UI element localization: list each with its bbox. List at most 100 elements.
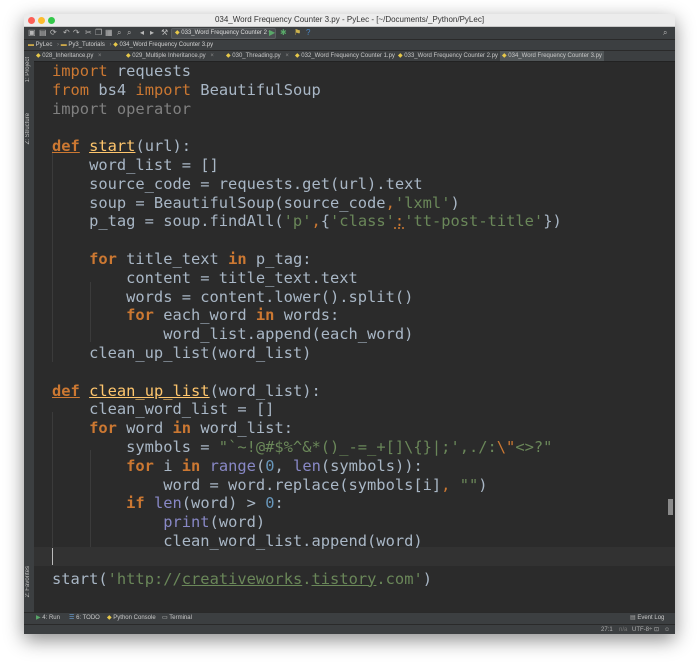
- builtin-name: print: [163, 513, 210, 532]
- tab-label: 029_Multiple Inheritance.py: [132, 53, 206, 59]
- file-encoding[interactable]: UTF-8÷: [632, 625, 652, 634]
- redo-icon[interactable]: ↷: [73, 28, 80, 38]
- keyword: in: [255, 306, 275, 325]
- tab-multiple-inheritance[interactable]: ◆ 029_Multiple Inheritance.py ×: [124, 51, 224, 61]
- vcs-icon[interactable]: ⚑: [294, 28, 301, 38]
- keyword: for: [89, 419, 117, 438]
- code-text: ,: [274, 456, 294, 475]
- tab-label: 028_Inheritance.py: [42, 53, 94, 59]
- code-text: ): [422, 569, 433, 588]
- caret-position[interactable]: 27:1: [601, 625, 613, 634]
- python-console-icon: ◆: [107, 615, 112, 621]
- keyword: for: [126, 456, 154, 475]
- replace-icon[interactable]: ⌕: [127, 28, 131, 38]
- close-icon[interactable]: ×: [210, 53, 214, 59]
- todo-tool-label: 6: TODO: [76, 615, 100, 621]
- python-console-tool-button[interactable]: ◆ Python Console: [107, 613, 156, 624]
- code-editor[interactable]: import requests from bs4 import Beautifu…: [34, 62, 675, 612]
- editor-tabs: ◆ 028_Inheritance.py × ◆ 029_Multiple In…: [34, 51, 675, 62]
- paste-icon[interactable]: ▦: [105, 28, 113, 38]
- keyword: def: [52, 381, 80, 400]
- tab-word-counter-3[interactable]: ◆ 034_Word Frequency Counter 3.py ×: [500, 51, 604, 61]
- python-file-icon: ◆: [36, 53, 41, 59]
- escape-sequence: \": [496, 437, 516, 456]
- tab-inheritance[interactable]: ◆ 028_Inheritance.py ×: [34, 51, 124, 61]
- code-text: p_tag:: [246, 249, 312, 268]
- code-text: words:: [274, 306, 340, 325]
- run-icon: ▶: [36, 615, 41, 621]
- code-text: ): [478, 475, 488, 494]
- code-text: bs4: [89, 80, 136, 99]
- keyword: import: [135, 80, 192, 99]
- run-configuration-select[interactable]: ◆ 033_Word Frequency Counter 2 ▾: [171, 28, 276, 39]
- inspector-icon[interactable]: ☺: [664, 625, 670, 634]
- help-icon[interactable]: ?: [306, 28, 310, 38]
- code-text: }): [543, 212, 562, 231]
- tab-word-counter-2[interactable]: ◆ 033_Word Frequency Counter 2.py ×: [396, 51, 500, 61]
- copy-icon[interactable]: ❐: [95, 28, 102, 38]
- structure-tool-button[interactable]: Z: Structure: [25, 113, 31, 144]
- lock-icon[interactable]: ⊡: [654, 625, 659, 634]
- search-everywhere-icon[interactable]: ⌕: [663, 28, 667, 38]
- scrollbar-marker[interactable]: [668, 499, 673, 515]
- number-literal: 0: [265, 456, 275, 475]
- comma: ,: [311, 212, 321, 231]
- folder-icon: ▬: [60, 42, 67, 48]
- code-line: clean_word_list.append(word): [52, 531, 423, 550]
- code-line: word_list.append(each_word): [52, 325, 414, 344]
- open-folder-icon[interactable]: ▣: [28, 28, 36, 38]
- back-icon[interactable]: ◂: [140, 28, 144, 38]
- breadcrumb-item-project[interactable]: PyLec: [36, 42, 53, 48]
- code-text: ): [450, 193, 460, 212]
- string-literal: ': [107, 569, 117, 588]
- code-text: (word) >: [181, 494, 266, 513]
- tab-threading[interactable]: ◆ 030_Threading.py ×: [224, 51, 293, 61]
- code-line: source_code = requests.get(url).text: [52, 174, 423, 193]
- code-text: p_tag = soup.findAll(: [52, 212, 284, 231]
- terminal-tool-button[interactable]: ▭ Terminal: [162, 613, 192, 624]
- run-tool-label: 4: Run: [42, 615, 60, 621]
- string-literal: 'lxml': [394, 193, 451, 212]
- string-literal: <>?": [515, 437, 553, 456]
- python-file-icon: ◆: [295, 53, 300, 59]
- close-icon[interactable]: ×: [98, 53, 102, 59]
- string-literal: .com: [376, 569, 414, 588]
- save-icon[interactable]: ▤: [39, 28, 47, 38]
- forward-icon[interactable]: ▸: [150, 28, 154, 38]
- find-icon[interactable]: ⌕: [117, 28, 121, 38]
- unused-import-keyword: import: [52, 99, 108, 118]
- breadcrumb-item-file[interactable]: 034_Word Frequency Counter 3.py: [119, 42, 213, 48]
- breadcrumb-item-folder[interactable]: Py3_Tutorials: [68, 42, 104, 48]
- string-literal: 'class': [330, 212, 395, 231]
- run-tool-button[interactable]: ▶ 4: Run: [36, 613, 60, 624]
- title-bar: 034_Word Frequency Counter 3.py - PyLec …: [24, 14, 675, 27]
- python-file-icon: ◆: [126, 53, 131, 59]
- favorites-tool-button[interactable]: 2: Favorites: [25, 566, 31, 597]
- todo-icon: ☰: [69, 615, 75, 621]
- undo-icon[interactable]: ↶: [63, 28, 70, 38]
- close-icon[interactable]: ×: [285, 53, 289, 59]
- python-file-icon: ◆: [113, 42, 118, 48]
- source-code[interactable]: import requests from bs4 import Beautifu…: [52, 62, 562, 588]
- url-typo-highlight: creativeworks: [181, 569, 303, 588]
- todo-tool-button[interactable]: ☰ 6: TODO: [69, 613, 100, 624]
- run-icon[interactable]: ▶: [269, 28, 275, 38]
- project-tool-button[interactable]: 1: Project: [25, 57, 31, 82]
- keyword: if: [126, 494, 145, 513]
- code-text: soup = BeautifulSoup(source_code: [52, 193, 386, 212]
- code-line: content = title_text.text: [52, 268, 358, 287]
- builtin-name: range: [209, 456, 256, 475]
- sync-icon[interactable]: ⟳: [50, 28, 57, 38]
- code-text: title_text: [116, 249, 229, 268]
- python-file-icon: ◆: [502, 53, 507, 59]
- keyword: from: [52, 80, 90, 99]
- tab-word-counter-1[interactable]: ◆ 032_Word Frequency Counter 1.py ×: [293, 51, 396, 61]
- debug-icon[interactable]: ✱: [280, 28, 287, 38]
- event-log-button[interactable]: ▤ Event Log: [630, 613, 664, 624]
- build-icon[interactable]: ⚒: [161, 28, 168, 38]
- line-separator[interactable]: n/a: [619, 625, 627, 634]
- cut-icon[interactable]: ✂: [85, 28, 92, 38]
- event-log-label: Event Log: [637, 615, 665, 621]
